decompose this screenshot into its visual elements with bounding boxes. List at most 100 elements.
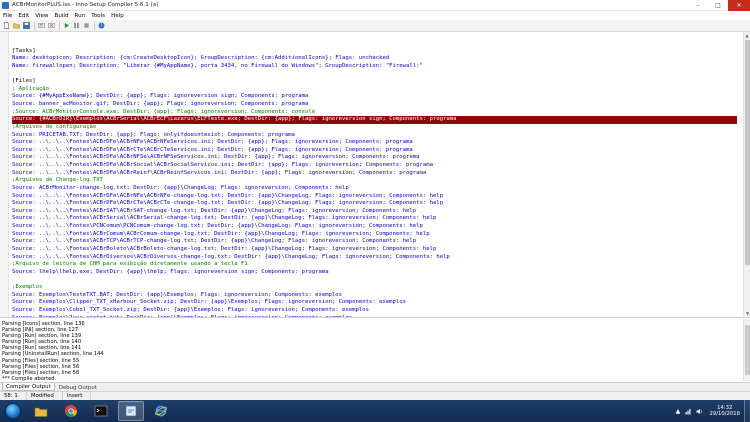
stop-compile-button[interactable]	[47, 21, 56, 30]
code-line[interactable]: Source: ..\..\..\Fontes\ACBrDFe\ACBrNFe\…	[12, 139, 737, 147]
code-line[interactable]: Source: ..\..\..\Fontes\ACBrDFe\ACBrSoci…	[12, 162, 737, 170]
menu-view[interactable]: View	[35, 13, 48, 19]
code-line[interactable]: Source: ..\..\..\Fontes\ACBrTCP\ACBrTCP-…	[12, 238, 737, 246]
editor-gutter[interactable]	[0, 32, 9, 317]
code-line-text: Name: firewallopen; Description: "Libera…	[12, 62, 423, 69]
code-line[interactable]: Source: ..\..\..\Fontes\ACBrBoleto\ACBrB…	[12, 246, 737, 254]
code-line[interactable]: ;Exemplos	[12, 284, 737, 292]
code-line[interactable]: Source: ..\..\..\Fontes\ACBrComum\ACBrCo…	[12, 231, 737, 239]
code-line[interactable]: Source: PRICETAB.TXT; DestDir: {app}; Fl…	[12, 132, 737, 140]
menu-tools[interactable]: Tools	[91, 13, 105, 19]
toolbar-separator	[34, 21, 35, 30]
code-line-text: ;Arquivo de leitura de CHM para exibição…	[12, 261, 248, 268]
cursor-position: 58: 1	[0, 392, 27, 400]
new-file-icon	[4, 22, 9, 29]
code-line[interactable]: Source: Exemplos\TesteTXT.BAT; DestDir: …	[12, 292, 737, 300]
taskbar-internet-explorer[interactable]	[148, 401, 174, 421]
code-line[interactable]: Source: ..\..\..\Fontes\ACBrDFe\ACBrRein…	[12, 170, 737, 178]
output-scrollbar[interactable]	[743, 319, 750, 381]
code-line-text: Source: ..\..\..\Fontes\ACBrDiversos\ACB…	[12, 253, 450, 260]
code-line[interactable]: [Tasks]	[12, 48, 737, 56]
code-line[interactable]: Source: Exemplos\Clipper_TXT_xHarbour_So…	[12, 299, 737, 307]
code-line[interactable]: Source: ..\..\..\Fontes\ACBrSerial\ACBrS…	[12, 215, 737, 223]
network-icon[interactable]	[685, 408, 692, 415]
code-line[interactable]: Source: ..\..\..\Fontes\ACBrSAT\ACBrSAT-…	[12, 208, 737, 216]
insert-mode-status: Insert	[63, 392, 92, 400]
code-line[interactable]: Source: banner_acMonitor.gif; DestDir: {…	[12, 101, 737, 109]
pause-icon	[74, 22, 79, 29]
new-file-button[interactable]	[2, 21, 11, 30]
code-line[interactable]: ;Arquivos de configuração	[12, 124, 737, 132]
run-button[interactable]	[62, 21, 71, 30]
save-button[interactable]	[22, 21, 31, 30]
taskbar-explorer[interactable]	[28, 401, 54, 421]
title-bar: ACBrMonitorPLUS.iss - Inno Setup Compile…	[0, 0, 750, 11]
code-line[interactable]: Source: ..\..\..\Fontes\ACBrDFe\ACBrNFe\…	[12, 193, 737, 201]
scroll-up-icon[interactable]: ▲	[744, 32, 750, 39]
show-desktop-button[interactable]	[744, 400, 750, 422]
maximize-button[interactable]: □	[708, 0, 728, 11]
menu-build[interactable]: Build	[55, 13, 69, 19]
code-line[interactable]: Name: desktopicon; Description: {cm:Crea…	[12, 55, 737, 63]
code-line-text: Source: ..\..\..\Fontes\ACBrSAT\ACBrSAT-…	[12, 207, 417, 214]
compiler-output-pane[interactable]: Parsing [Icons] section, line 136 Parsing…	[0, 319, 750, 381]
scroll-down-icon[interactable]: ▼	[744, 310, 750, 317]
code-line[interactable]: Source: Exemplos\Java_socket.txt; DestDi…	[12, 315, 737, 318]
code-line[interactable]: Name: firewallopen; Description: "Libera…	[12, 63, 737, 71]
code-line[interactable]: Source: ACBrMonitor-change-log.txt; Dest…	[12, 185, 737, 193]
tab-debug-output[interactable]: Debug Output	[55, 383, 101, 391]
code-area[interactable]: [Tasks] Name: desktopicon; Description: {…	[12, 40, 737, 318]
menu-help[interactable]: Help	[111, 13, 124, 19]
code-line-text: Source: ..\..\..\Fontes\ACBrDFe\ACBrNFe\…	[12, 192, 444, 199]
minimize-button[interactable]: –	[688, 0, 708, 11]
output-scrollbar-thumb[interactable]	[745, 325, 750, 375]
code-line[interactable]: Source: lhelp\lhelp.exe; DestDir: {app}\…	[12, 269, 737, 277]
code-line[interactable]: Source: ..\..\..\Fontes\ACBrDFe\ACBrNFSe…	[12, 154, 737, 162]
code-line-text: Source: ..\..\..\Fontes\ACBrDFe\ACBrNFe\…	[12, 139, 413, 146]
show-hidden-icons-icon[interactable]: ▲	[674, 408, 681, 415]
code-line-text: Source: {#ACBrDIR}\Exemplos\ACBrSerial\A…	[12, 116, 457, 123]
taskbar-chrome[interactable]	[58, 401, 84, 421]
code-line[interactable]: Source: ..\..\..\Fontes\ACBrDFe\ACBrCTe\…	[12, 147, 737, 155]
editor-vertical-scrollbar[interactable]: ▲ ▼	[743, 32, 750, 317]
taskbar-terminal[interactable]	[88, 401, 114, 421]
code-line-text: Source: ..\..\..\Fontes\ACBrDFe\ACBrCTe\…	[12, 200, 444, 207]
tab-compiler-output[interactable]: Compiler Output	[2, 383, 55, 391]
code-line[interactable]: ;Arquivos de Change-log.TXT	[12, 177, 737, 185]
windows-taskbar: ▲ 14:32 29/10/2018	[0, 400, 750, 422]
code-line[interactable]: Source: ..\..\..\Fontes\ACBrDiversos\ACB…	[12, 254, 737, 262]
code-line-text: Source: ..\..\..\Fontes\ACBrDFe\ACBrNFSe…	[12, 154, 420, 161]
pause-button[interactable]	[72, 21, 81, 30]
start-button[interactable]	[2, 400, 24, 422]
code-line[interactable]: [Files]	[12, 78, 737, 86]
code-line[interactable]: ;Source: ACBrMonitorConsole.exe; DestDir…	[12, 109, 737, 117]
code-line[interactable]	[12, 40, 737, 48]
code-line-text: ;Source: ACBrMonitorConsole.exe; DestDir…	[12, 108, 316, 115]
code-line[interactable]: Source: Exemplos\Cobol_TXT_Socket.zip; D…	[12, 307, 737, 315]
code-line[interactable]	[12, 71, 737, 79]
code-line-text: Source: banner_acMonitor.gif; DestDir: {…	[12, 101, 309, 107]
volume-icon[interactable]	[696, 408, 703, 415]
taskbar-clock[interactable]: 14:32 29/10/2018	[709, 405, 740, 417]
code-line[interactable]: ; Aplicação	[12, 86, 737, 94]
scrollbar-thumb[interactable]	[745, 40, 750, 265]
stop-button[interactable]	[82, 21, 91, 30]
open-file-button[interactable]	[12, 21, 21, 30]
compile-button[interactable]	[37, 21, 46, 30]
code-line-text: Source: ..\..\..\Fontes\ACBrBoleto\ACBrB…	[12, 245, 437, 252]
code-line[interactable]	[12, 276, 737, 284]
code-line[interactable]: Source: ..\..\..\Fontes\ACBrDFe\ACBrCTe\…	[12, 200, 737, 208]
code-line[interactable]: Source: {#MyAppExeName}; DestDir: {app};…	[12, 93, 737, 101]
taskbar-inno-setup[interactable]	[118, 401, 144, 421]
menu-file[interactable]: File	[3, 13, 12, 19]
script-editor[interactable]: [Tasks] Name: desktopicon; Description: {…	[0, 32, 750, 318]
highlighted-error-line[interactable]: Source: {#ACBrDIR}\Exemplos\ACBrSerial\A…	[12, 116, 737, 124]
chrome-icon	[65, 405, 77, 418]
help-button[interactable]: ?	[97, 21, 106, 30]
menu-run[interactable]: Run	[75, 13, 86, 19]
code-line[interactable]: Source: ..\..\..\Fontes\PCNComum\PCNComu…	[12, 223, 737, 231]
code-line-text: ; Aplicação	[12, 85, 50, 92]
code-line[interactable]: ;Arquivo de leitura de CHM para exibição…	[12, 261, 737, 269]
menu-edit[interactable]: Edit	[18, 13, 29, 19]
close-button[interactable]: ✕	[728, 0, 750, 11]
